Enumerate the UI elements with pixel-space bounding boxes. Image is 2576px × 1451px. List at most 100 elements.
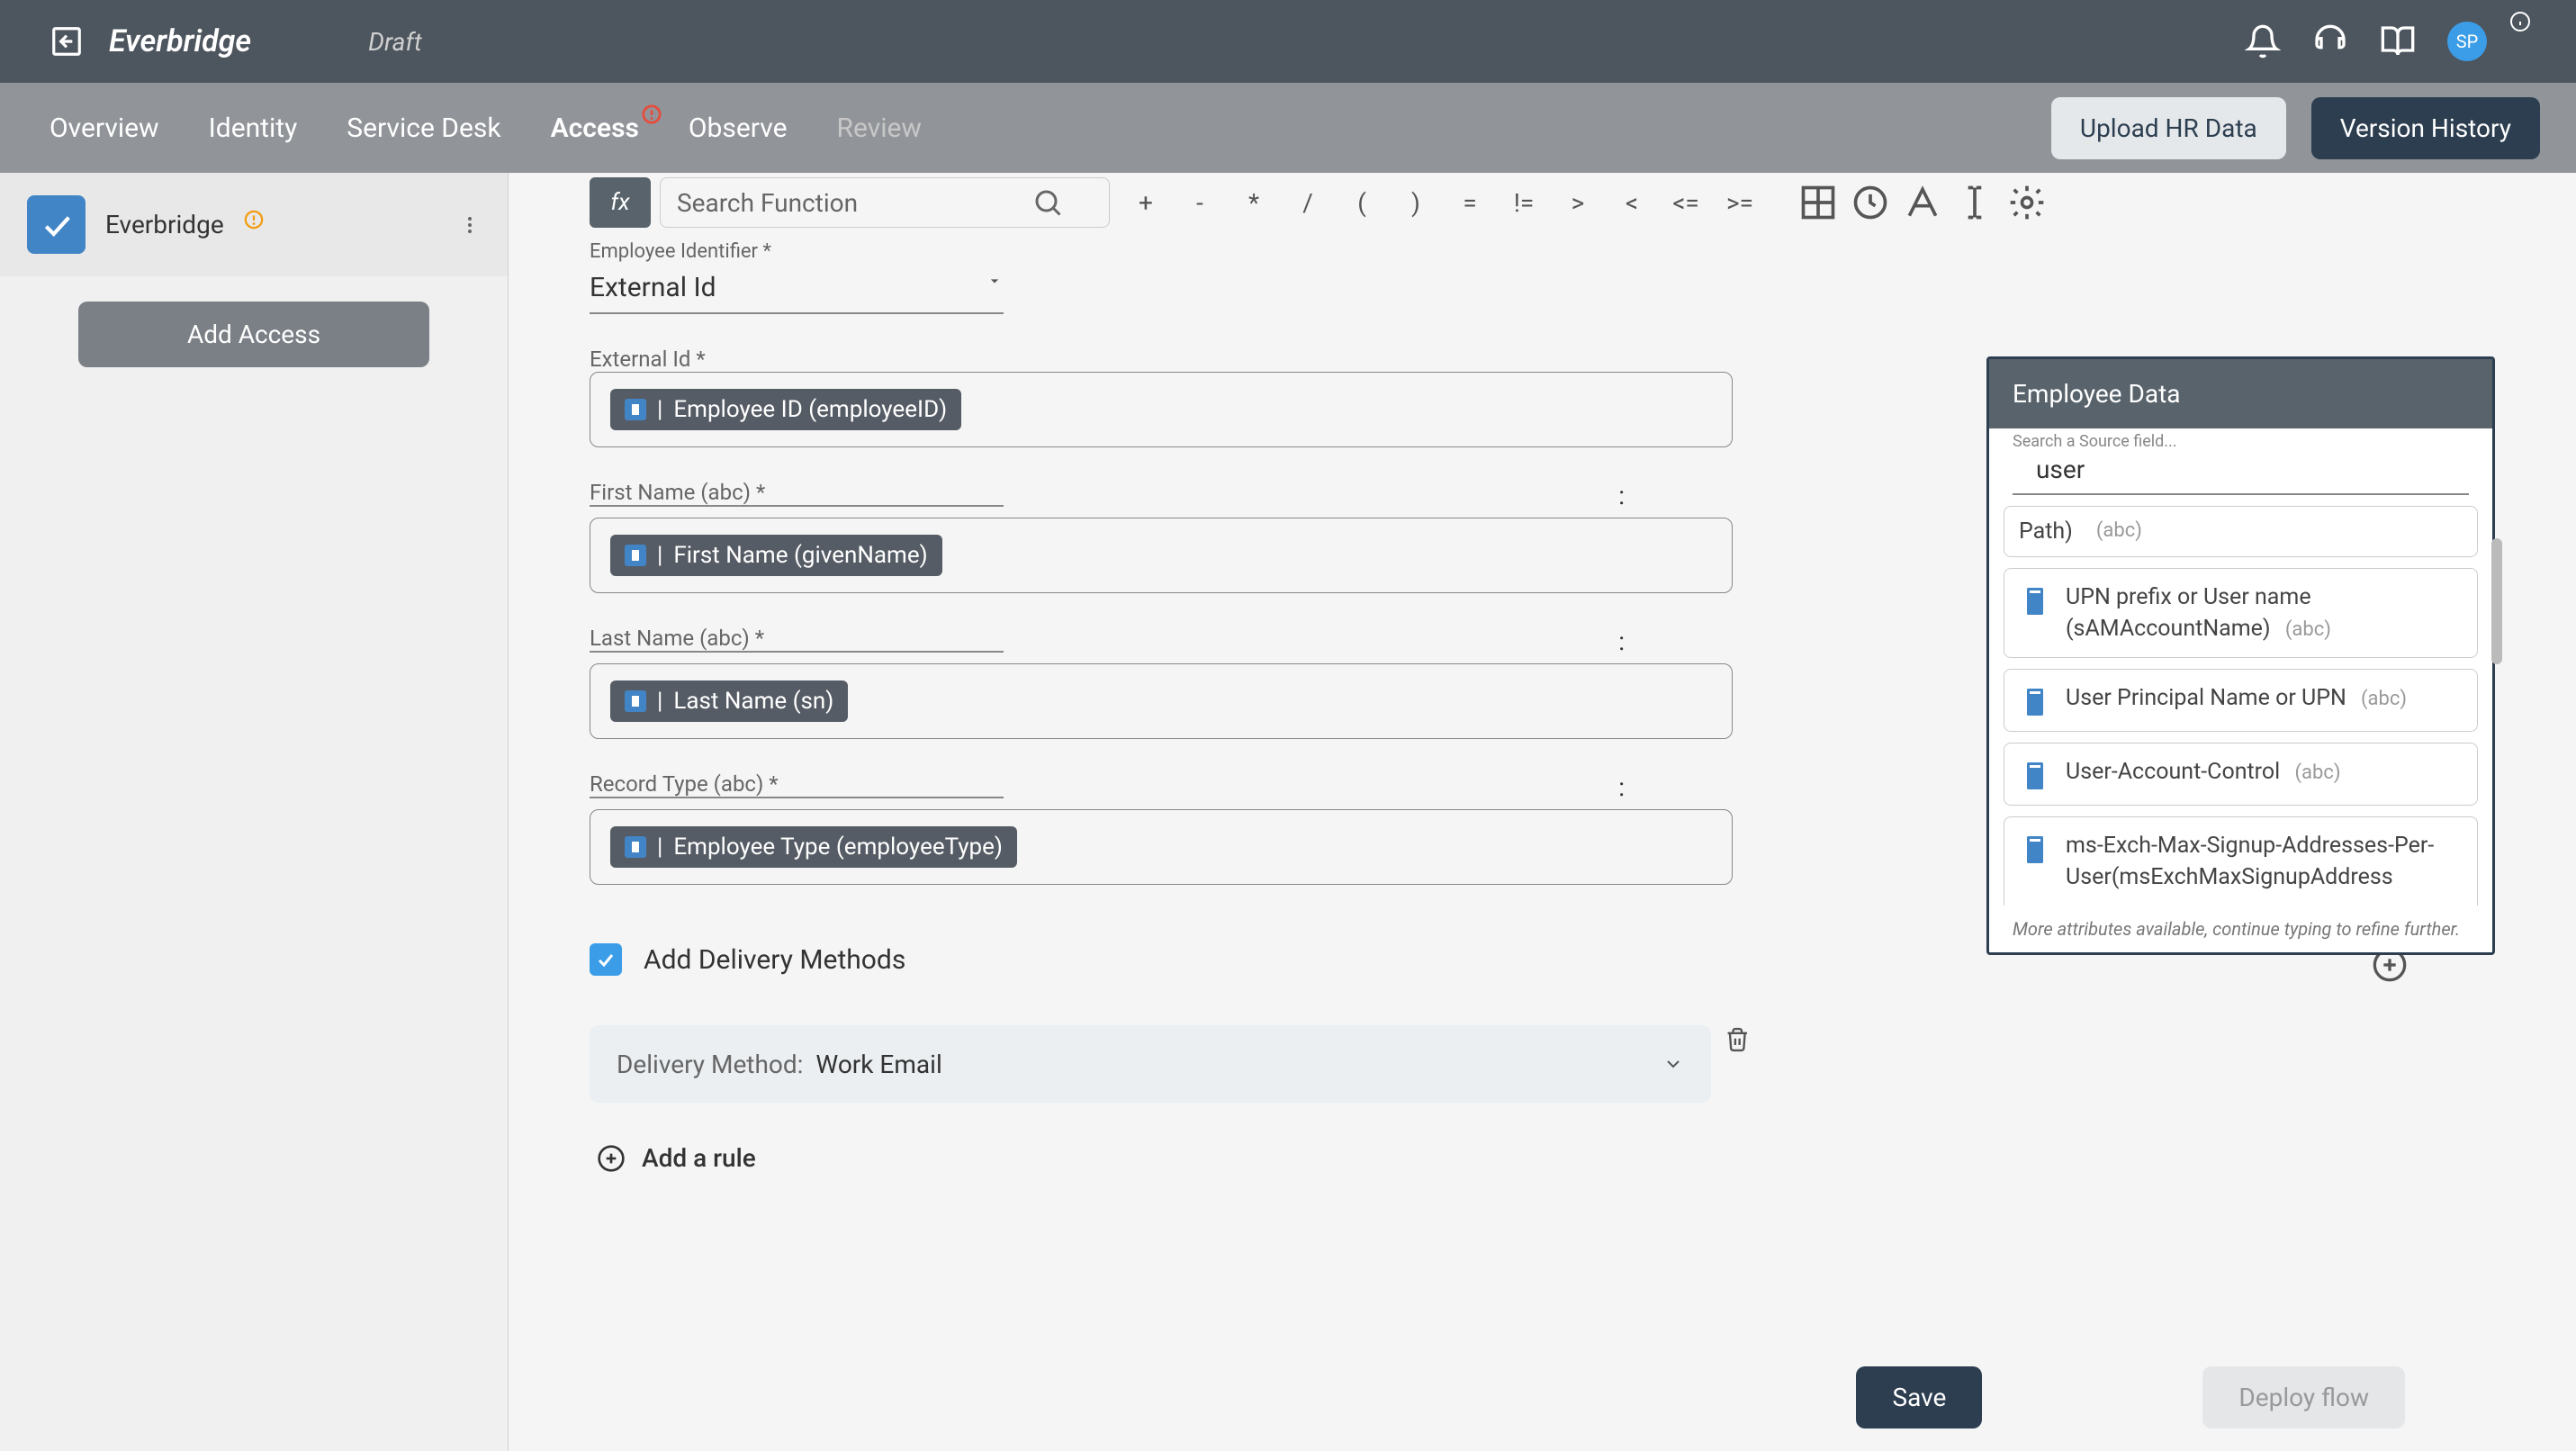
- search-function-placeholder: Search Function: [677, 188, 858, 218]
- emp-id-group: Employee Identifier * External Id: [590, 240, 1751, 314]
- delivery-value: Work Email: [815, 1050, 941, 1079]
- panel-search-input[interactable]: user: [2013, 451, 2469, 495]
- delivery-label: Delivery Method:: [617, 1050, 803, 1079]
- source-icon: [625, 690, 646, 712]
- first-name-input[interactable]: | First Name (givenName): [590, 518, 1733, 593]
- bell-icon[interactable]: [2245, 23, 2281, 59]
- underline: [590, 505, 1004, 507]
- save-button[interactable]: Save: [1856, 1366, 1982, 1428]
- op-gte[interactable]: >=: [1713, 177, 1767, 228]
- add-delivery-row[interactable]: Add Delivery Methods: [590, 943, 1751, 976]
- op-lt[interactable]: <: [1605, 177, 1659, 228]
- source-icon: [2019, 585, 2051, 617]
- trash-icon[interactable]: [1725, 1025, 1751, 1054]
- tab-review[interactable]: Review: [836, 108, 921, 149]
- first-name-label: First Name (abc) *: [590, 480, 1004, 505]
- tab-service-desk[interactable]: Service Desk: [347, 108, 500, 149]
- ext-id-group: External Id * | Employee ID (employeeID): [590, 347, 1751, 447]
- tab-overview[interactable]: Overview: [50, 108, 159, 149]
- search-icon: [1031, 186, 1064, 219]
- emp-id-value: External Id: [590, 272, 716, 303]
- avatar[interactable]: SP: [2447, 22, 2487, 61]
- ext-id-input[interactable]: | Employee ID (employeeID): [590, 372, 1733, 447]
- op-div[interactable]: /: [1281, 177, 1335, 228]
- tab-observe[interactable]: Observe: [689, 108, 788, 149]
- op-lparen[interactable]: (: [1335, 177, 1389, 228]
- tab-access[interactable]: Access: [551, 108, 639, 149]
- last-name-chip[interactable]: | Last Name (sn): [610, 680, 848, 722]
- panel-item-name: Path): [2019, 516, 2073, 547]
- first-name-chip[interactable]: | First Name (givenName): [610, 535, 942, 576]
- source-icon: [2019, 686, 2051, 718]
- panel-item-type: (abc): [2361, 688, 2407, 710]
- panel-item-name: User-Account-Control: [2066, 759, 2280, 785]
- op-rparen[interactable]: ): [1389, 177, 1443, 228]
- chevron-down-icon: [986, 272, 1004, 290]
- info-icon[interactable]: [2509, 11, 2531, 32]
- record-type-chip[interactable]: | Employee Type (employeeType): [610, 826, 1017, 868]
- cursor-icon[interactable]: [1955, 183, 1995, 222]
- gear-icon[interactable]: [2007, 183, 2047, 222]
- sidebar-item-left: Everbridge: [27, 195, 264, 254]
- version-history-button[interactable]: Version History: [2311, 97, 2540, 159]
- table-icon[interactable]: [1798, 183, 1838, 222]
- alert-icon: [642, 104, 662, 124]
- checkbox-icon[interactable]: [590, 943, 622, 976]
- colon: :: [1618, 481, 1625, 510]
- op-minus[interactable]: -: [1173, 177, 1227, 228]
- panel-item[interactable]: ms-Exch-Max-Signup-Addresses-Per-User(ms…: [2004, 816, 2478, 906]
- record-type-input[interactable]: | Employee Type (employeeType): [590, 809, 1733, 885]
- ext-id-chip[interactable]: | Employee ID (employeeID): [610, 389, 961, 430]
- op-mult[interactable]: *: [1227, 177, 1281, 228]
- headset-icon[interactable]: [2312, 23, 2348, 59]
- nav-bar: Overview Identity Service Desk Access Ob…: [0, 83, 2576, 173]
- underline: [590, 797, 1004, 798]
- panel-item-type: (abc): [2294, 762, 2340, 784]
- back-icon[interactable]: [50, 24, 84, 59]
- font-icon[interactable]: [1903, 183, 1942, 222]
- add-access-button[interactable]: Add Access: [78, 302, 429, 367]
- emp-id-dropdown[interactable]: External Id: [590, 263, 1004, 314]
- source-icon: [625, 836, 646, 858]
- scrollbar-thumb[interactable]: [2491, 538, 2502, 664]
- panel-item-type: (abc): [2096, 518, 2142, 545]
- panel-item[interactable]: Path) (abc): [2004, 506, 2478, 557]
- last-name-label-row: Last Name (abc) * :: [590, 626, 1625, 656]
- chevron-down-icon[interactable]: [1662, 1053, 1684, 1075]
- tab-identity[interactable]: Identity: [209, 108, 298, 149]
- tab-access-label: Access: [551, 113, 639, 144]
- fx-icon[interactable]: fx: [590, 177, 651, 228]
- search-function-input[interactable]: Search Function: [660, 177, 1110, 228]
- panel-item[interactable]: UPN prefix or User name (sAMAccountName)…: [2004, 568, 2478, 658]
- op-plus[interactable]: +: [1119, 177, 1173, 228]
- first-name-chip-text: First Name (givenName): [673, 542, 927, 569]
- add-delivery-label: Add Delivery Methods: [644, 944, 905, 976]
- delivery-left: Delivery Method: Work Email: [617, 1050, 942, 1079]
- op-eq[interactable]: =: [1443, 177, 1497, 228]
- op-neq[interactable]: !=: [1497, 177, 1551, 228]
- op-gt[interactable]: >: [1551, 177, 1605, 228]
- upload-hr-button[interactable]: Upload HR Data: [2051, 97, 2286, 159]
- op-lte[interactable]: <=: [1659, 177, 1713, 228]
- employee-data-panel: Employee Data Search a Source field... u…: [1986, 356, 2495, 955]
- operator-buttons: + - * / ( ) = != > < <= >=: [1119, 177, 1767, 228]
- delivery-method-box[interactable]: Delivery Method: Work Email: [590, 1025, 1711, 1103]
- last-name-input[interactable]: | Last Name (sn): [590, 663, 1733, 739]
- main-area: fx Search Function + - * / ( ) = != > < …: [509, 173, 2576, 1451]
- kebab-menu-icon[interactable]: [459, 214, 481, 236]
- ext-id-label: External Id *: [590, 347, 1751, 372]
- add-rule-button[interactable]: Add a rule: [597, 1143, 1751, 1173]
- last-name-group: Last Name (abc) * : | Last Name (sn): [590, 626, 1751, 739]
- clock-icon[interactable]: [1851, 183, 1890, 222]
- panel-item[interactable]: User Principal Name or UPN (abc): [2004, 669, 2478, 732]
- deploy-button: Deploy flow: [2202, 1366, 2405, 1428]
- panel-item[interactable]: User-Account-Control (abc): [2004, 743, 2478, 806]
- body: Everbridge Add Access fx Search Function: [0, 173, 2576, 1451]
- sidebar-app-item[interactable]: Everbridge: [0, 173, 508, 276]
- logo-wrap: Everbridge: [50, 23, 251, 59]
- source-icon: [2019, 834, 2051, 866]
- colon: :: [1618, 626, 1625, 656]
- book-icon[interactable]: [2380, 23, 2416, 59]
- sidebar: Everbridge Add Access: [0, 173, 509, 1451]
- sidebar-app-name: Everbridge: [105, 210, 224, 239]
